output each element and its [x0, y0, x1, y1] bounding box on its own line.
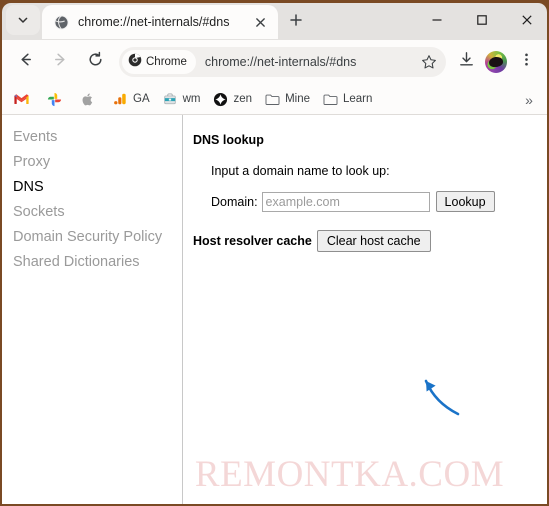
bookmark-label: Learn — [343, 93, 373, 105]
address-bar[interactable]: Chrome chrome://net-internals/#dns — [119, 47, 446, 77]
page-viewport: Events Proxy DNS Sockets Domain Security… — [2, 115, 547, 504]
net-internals-sidebar: Events Proxy DNS Sockets Domain Security… — [2, 115, 183, 504]
chevron-double-right-icon: » — [525, 92, 533, 108]
bookmark-google-photos[interactable] — [40, 87, 73, 111]
sidebar-item-domain-security-policy[interactable]: Domain Security Policy — [2, 225, 182, 250]
sidebar-item-proxy[interactable]: Proxy — [2, 150, 182, 175]
bookmark-gmail[interactable] — [7, 87, 40, 111]
lookup-button[interactable]: Lookup — [435, 191, 495, 212]
gmail-icon — [13, 91, 29, 107]
google-photos-icon — [46, 91, 62, 107]
chrome-menu-button[interactable] — [512, 48, 540, 76]
bookmark-folder-mine[interactable]: Mine — [258, 87, 316, 111]
omnibox-chrome-chip[interactable]: Chrome — [122, 50, 196, 74]
plus-icon — [289, 13, 303, 32]
bookmark-zen[interactable]: zen — [207, 87, 259, 111]
bookmark-label: GA — [133, 93, 150, 105]
browser-tab[interactable]: chrome://net-internals/#dns — [42, 5, 278, 39]
bookmark-label: zen — [233, 93, 253, 105]
sidebar-item-dns[interactable]: DNS — [2, 175, 182, 200]
sidebar-item-sockets[interactable]: Sockets — [2, 200, 182, 225]
bookmark-label: wm — [182, 93, 201, 105]
google-analytics-icon — [112, 91, 128, 107]
download-icon — [458, 51, 475, 73]
window-controls — [414, 3, 549, 37]
domain-label: Domain: — [211, 194, 258, 209]
downloads-button[interactable] — [452, 48, 480, 76]
bookmark-apple[interactable] — [73, 87, 106, 111]
host-resolver-cache-row: Host resolver cache Clear host cache — [193, 230, 547, 252]
bookmark-folder-learn[interactable]: Learn — [316, 87, 378, 111]
forward-button[interactable] — [45, 47, 75, 77]
more-vertical-icon — [519, 52, 534, 72]
back-button[interactable] — [10, 47, 40, 77]
reload-button[interactable] — [80, 47, 110, 77]
tab-title: chrome://net-internals/#dns — [78, 15, 230, 29]
bookmark-label: Mine — [285, 93, 310, 105]
apple-icon — [79, 91, 95, 107]
domain-input[interactable] — [261, 191, 430, 212]
tab-search-button[interactable] — [6, 5, 40, 35]
arrow-right-icon — [52, 51, 69, 73]
new-tab-button[interactable] — [282, 8, 310, 36]
folder-icon — [322, 91, 338, 107]
close-window-button[interactable] — [504, 3, 549, 37]
maximize-button[interactable] — [459, 3, 504, 37]
briefcase-icon — [162, 91, 178, 107]
tab-strip: chrome://net-internals/#dns — [0, 0, 549, 40]
zen-star-icon — [213, 91, 229, 107]
browser-window: chrome://net-internals/#dns Chrome chrom… — [0, 0, 549, 506]
dns-panel: DNS lookup Input a domain name to look u… — [185, 115, 547, 504]
sidebar-item-events[interactable]: Events — [2, 125, 182, 150]
close-icon[interactable] — [250, 12, 270, 32]
chevron-down-icon — [17, 14, 29, 26]
folder-icon — [264, 91, 280, 107]
bookmark-wm[interactable]: wm — [156, 87, 207, 111]
reload-icon — [87, 51, 104, 73]
clear-host-cache-button[interactable]: Clear host cache — [316, 230, 431, 252]
browser-toolbar: Chrome chrome://net-internals/#dns — [2, 40, 547, 84]
chrome-icon — [128, 53, 142, 72]
star-icon[interactable] — [416, 49, 442, 75]
arrow-left-icon — [17, 51, 34, 73]
omnibox-chip-label: Chrome — [146, 56, 187, 68]
domain-lookup-form: Domain: Lookup — [211, 191, 547, 212]
host-resolver-cache-label: Host resolver cache — [193, 234, 312, 248]
avatar[interactable] — [485, 51, 507, 73]
sidebar-item-shared-dictionaries[interactable]: Shared Dictionaries — [2, 250, 182, 275]
omnibox-url-text: chrome://net-internals/#dns — [204, 55, 357, 69]
bookmarks-overflow-button[interactable]: » — [517, 88, 541, 112]
minimize-button[interactable] — [414, 3, 459, 37]
watermark: REMONTKA.COM — [194, 454, 505, 495]
dns-lookup-instruction: Input a domain name to look up: — [211, 164, 390, 178]
globe-icon — [53, 14, 69, 30]
bookmarks-bar: GA wm zen Mine Learn » — [2, 84, 547, 115]
page-title: DNS lookup — [193, 133, 264, 147]
bookmark-ga[interactable]: GA — [106, 87, 156, 111]
